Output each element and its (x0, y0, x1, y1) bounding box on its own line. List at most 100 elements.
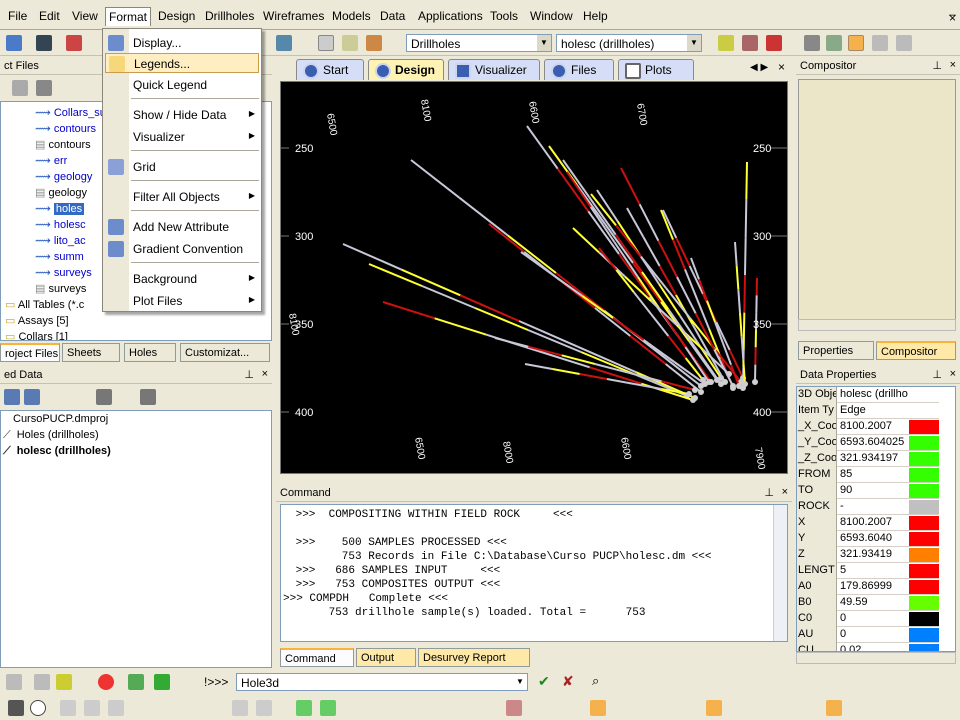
tab-output[interactable]: Output (356, 648, 416, 667)
menu-wireframes[interactable]: Wireframes (263, 9, 324, 23)
menu-design[interactable]: Design (158, 9, 195, 23)
close-icon[interactable]: × (949, 12, 956, 24)
list-item[interactable]: ▤ contours (35, 138, 91, 154)
filter-icon[interactable] (96, 389, 112, 405)
pin-icon[interactable]: ⊥ (932, 59, 942, 72)
chevron-down-icon[interactable]: ▼ (537, 35, 551, 51)
list-item[interactable]: ⟿ err (35, 154, 67, 170)
edit-icon[interactable] (342, 35, 358, 51)
menu-item-background[interactable]: Background ▶ (105, 269, 259, 289)
link-icon[interactable] (742, 35, 758, 51)
list-item[interactable]: ▤ surveys (35, 282, 86, 298)
list-item[interactable]: ⟿ Collars_su (35, 106, 106, 122)
property-row[interactable]: A0 179.86999 (797, 579, 939, 595)
list-item[interactable]: ⟿ holesc (35, 218, 86, 234)
property-row[interactable]: Y 6593.6040 (797, 531, 939, 547)
tool-icon[interactable] (6, 674, 22, 690)
folder-item[interactable]: ▭ Collars [1] (5, 330, 68, 340)
menu-help[interactable]: Help (583, 9, 608, 23)
tool-icon[interactable] (590, 700, 606, 716)
layers-icon[interactable] (276, 35, 292, 51)
command-output[interactable]: >>> COMPOSITING WITHIN FIELD ROCK <<< >>… (280, 504, 788, 642)
property-row[interactable]: _X_Coo 8100.2007 (797, 419, 939, 435)
property-row[interactable]: Z 321.93419 (797, 547, 939, 563)
list-item[interactable]: ⟿ summ (35, 250, 84, 266)
delete-points-icon[interactable] (766, 35, 782, 51)
line-icon[interactable] (8, 700, 24, 716)
paint-icon[interactable] (366, 35, 382, 51)
property-row[interactable]: ROCK - (797, 499, 939, 515)
scroll-tabs-icon[interactable]: ◀ ▶ (750, 62, 768, 73)
menu-item-quick-legend[interactable]: Quick Legend (105, 75, 259, 95)
pin-icon[interactable]: ⊥ (764, 486, 774, 499)
list-item[interactable]: ⟿ surveys (35, 266, 92, 282)
property-row[interactable]: X 8100.2007 (797, 515, 939, 531)
tool-icon[interactable] (84, 700, 100, 716)
property-row[interactable]: Item Ty Edge (797, 403, 939, 419)
property-row[interactable]: CU 0.02 (797, 643, 939, 651)
insert-icon[interactable] (872, 35, 888, 51)
tab-visualizer[interactable]: Visualizer (448, 59, 540, 80)
extend-icon[interactable] (896, 35, 912, 51)
open-icon[interactable] (6, 35, 22, 51)
menu-item-plot-files[interactable]: Plot Files ▶ (105, 291, 259, 311)
search-icon[interactable]: ⌕ (592, 673, 599, 689)
scrollbar[interactable] (773, 505, 787, 641)
menu-item-show-hide-data[interactable]: Show / Hide Data ▶ (105, 105, 259, 125)
design-viewport[interactable]: 250 300 350 400 250 300 350 400 6500 810… (280, 81, 788, 474)
search-icon[interactable] (140, 389, 156, 405)
tab-properties[interactable]: Properties (798, 341, 874, 360)
tool-icon[interactable] (56, 674, 72, 690)
grid-toolbar-icon[interactable] (318, 35, 334, 51)
menu-format[interactable]: Format (105, 7, 152, 26)
close-icon[interactable]: × (782, 486, 788, 498)
property-row[interactable]: 3D Obje holesc (drillho (797, 387, 939, 403)
list-item[interactable]: ⟋ Holes (drillholes) (3, 429, 99, 445)
property-row[interactable]: TO 90 (797, 483, 939, 499)
property-row[interactable]: C0 0 (797, 611, 939, 627)
cut-icon[interactable] (66, 35, 82, 51)
file-icon[interactable] (36, 80, 52, 96)
tab-holes[interactable]: Holes (124, 343, 176, 362)
close-icon[interactable]: × (262, 368, 268, 380)
tool-icon[interactable] (826, 700, 842, 716)
play-icon[interactable] (154, 674, 170, 690)
tab-design[interactable]: Design (368, 59, 444, 80)
chevron-down-icon[interactable]: ▼ (687, 35, 701, 51)
property-row[interactable]: _Y_Coo 6593.604025 (797, 435, 939, 451)
list-item[interactable]: ⟋ holesc (drillholes) (3, 445, 111, 461)
property-row[interactable]: AU 0 (797, 627, 939, 643)
tab-compositor[interactable]: Compositor (876, 341, 956, 360)
property-row[interactable]: B0 49.59 (797, 595, 939, 611)
tab-files[interactable]: Files (544, 59, 614, 80)
tab-customization[interactable]: Customizat... (180, 343, 270, 362)
chevron-down-icon[interactable]: ▼ (513, 674, 527, 690)
scrollbar[interactable] (798, 319, 956, 331)
project-item[interactable]: CursoPUCP.dmproj (3, 413, 108, 429)
menu-edit[interactable]: Edit (39, 9, 60, 23)
menu-applications[interactable]: Applications (418, 9, 483, 23)
select-icon[interactable] (804, 35, 820, 51)
tool-icon[interactable] (60, 700, 76, 716)
folder-item[interactable]: ▭ Assays [5] (5, 314, 69, 330)
unload-icon[interactable] (24, 389, 40, 405)
tool-icon[interactable] (296, 700, 312, 716)
cancel-icon[interactable]: ✘ (562, 673, 574, 690)
property-row[interactable]: FROM 85 (797, 467, 939, 483)
close-icon[interactable]: × (950, 368, 956, 380)
run-icon[interactable] (128, 674, 144, 690)
tool-icon[interactable] (34, 674, 50, 690)
tab-project-files[interactable]: roject Files (0, 343, 60, 362)
command-input[interactable]: Hole3d ▼ (236, 673, 528, 691)
points-icon[interactable] (718, 35, 734, 51)
move-icon[interactable] (826, 35, 842, 51)
list-item[interactable]: ⟿ geology (35, 170, 92, 186)
menu-item-legends[interactable]: Legends... (105, 53, 259, 73)
menu-window[interactable]: Window (530, 9, 573, 23)
menu-models[interactable]: Models (332, 9, 371, 23)
menu-item-visualizer[interactable]: Visualizer ▶ (105, 127, 259, 147)
menu-item-filter-all-objects[interactable]: Filter All Objects ▶ (105, 187, 259, 207)
tab-sheets[interactable]: Sheets (62, 343, 120, 362)
menu-file[interactable]: File (8, 9, 27, 23)
record-icon[interactable] (98, 674, 114, 690)
